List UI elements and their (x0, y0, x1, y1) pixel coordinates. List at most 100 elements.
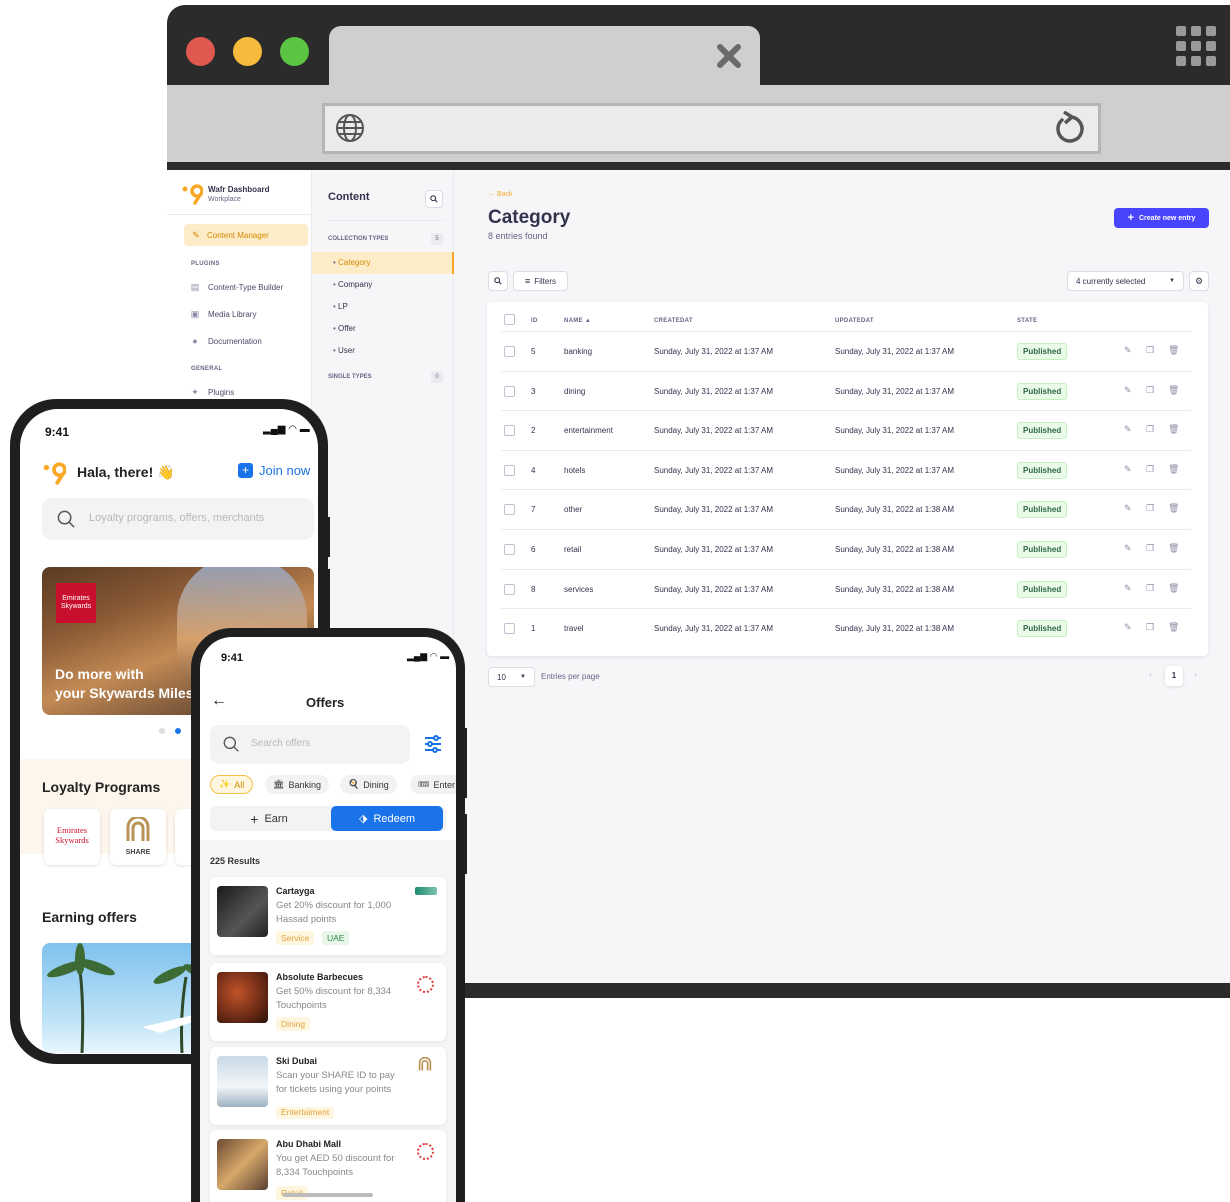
side-button (463, 728, 467, 798)
reload-icon[interactable] (1052, 111, 1088, 147)
redeem-label: Redeem (373, 812, 416, 825)
table-row[interactable]: 2 entertainment Sunday, July 31, 2022 at 1… (501, 410, 1191, 450)
chip-all[interactable]: ✨ All (210, 775, 254, 794)
subnav-item-category[interactable]: Category (333, 258, 370, 267)
address-bar[interactable] (322, 103, 1101, 154)
subnav-item-company[interactable]: Company (333, 280, 372, 289)
edit-icon[interactable]: ✎ (1124, 424, 1132, 435)
offer-card-abu-dhabi-mall[interactable]: Abu Dhabi Mall You get AED 50 discount f… (210, 1130, 446, 1202)
row-checkbox[interactable] (504, 464, 515, 476)
row-checkbox[interactable] (504, 425, 515, 437)
close-window-button[interactable] (186, 37, 215, 66)
duplicate-icon[interactable]: ❐ (1146, 424, 1154, 435)
edit-icon[interactable]: ✎ (1124, 385, 1132, 396)
carousel-dot[interactable] (159, 728, 165, 734)
page-1-button[interactable]: 1 (1165, 666, 1183, 686)
nav-plugins[interactable]: ✦ Plugins (190, 387, 234, 397)
row-checkbox[interactable] (504, 385, 515, 397)
table-row[interactable]: 5 banking Sunday, July 31, 2022 at 1:37 AM… (501, 331, 1191, 371)
column-header-createdat[interactable]: CREATEDAT (654, 318, 693, 324)
row-checkbox[interactable] (504, 346, 515, 357)
table-row[interactable]: 6 retail Sunday, July 31, 2022 at 1:37 AM S… (501, 529, 1191, 569)
duplicate-icon[interactable]: ❐ (1146, 622, 1154, 633)
edit-icon[interactable]: ✎ (1124, 583, 1132, 594)
back-link[interactable]: ← Back (488, 191, 513, 198)
nav-content-type-builder[interactable]: ▤ Content-Type Builder (190, 282, 283, 292)
column-header-updatedat[interactable]: UPDATEDAT (835, 318, 874, 324)
row-checkbox[interactable] (504, 623, 515, 635)
maximize-window-button[interactable] (280, 37, 309, 66)
row-checkbox[interactable] (504, 504, 515, 516)
close-tab-icon[interactable] (717, 44, 741, 68)
trash-icon[interactable]: 🗑 (1168, 424, 1179, 435)
trash-icon[interactable]: 🗑 (1168, 503, 1179, 514)
column-header-name-label: NAME (564, 318, 583, 324)
select-all-checkbox[interactable] (504, 314, 515, 325)
nav-media-library[interactable]: ▣ Media Library (190, 309, 257, 319)
column-header-state[interactable]: STATE (1017, 318, 1037, 324)
duplicate-icon[interactable]: ❐ (1146, 583, 1154, 594)
page-size-select[interactable]: 10 ▼ (488, 667, 535, 687)
join-now-link[interactable]: + Join now (238, 463, 310, 478)
subnav-item-offer[interactable]: Offer (333, 324, 356, 333)
trash-icon[interactable]: 🗑 (1168, 543, 1179, 554)
settings-button[interactable]: ⚙ (1189, 271, 1209, 291)
table-row[interactable]: 1 travel Sunday, July 31, 2022 at 1:37 AM S… (501, 608, 1191, 648)
filters-button[interactable]: ≡ Filters (513, 271, 568, 291)
trash-icon[interactable]: 🗑 (1168, 583, 1179, 594)
trash-icon[interactable]: 🗑 (1168, 464, 1179, 475)
next-page-icon[interactable]: › (1194, 669, 1197, 679)
nav-content-manager[interactable]: ✎ Content Manager (184, 224, 308, 246)
duplicate-icon[interactable]: ❐ (1146, 543, 1154, 554)
minimize-window-button[interactable] (233, 37, 262, 66)
chip-banking[interactable]: 🏛 Banking (265, 775, 329, 794)
phone-offers-screen: 9:41 ▂▄▆ ◠ ▬ ← Offers Search offers ✨ All… (200, 637, 456, 1202)
cell-updatedat: Sunday, July 31, 2022 at 1:38 AM (835, 545, 955, 554)
edit-icon[interactable]: ✎ (1124, 622, 1132, 633)
back-arrow-icon[interactable]: ← (211, 692, 227, 710)
duplicate-icon[interactable]: ❐ (1146, 345, 1154, 356)
table-row[interactable]: 3 dining Sunday, July 31, 2022 at 1:37 AM S… (501, 370, 1191, 411)
edit-icon[interactable]: ✎ (1124, 345, 1132, 356)
trash-icon[interactable]: 🗑 (1168, 385, 1179, 396)
loyalty-search-input[interactable]: Loyalty programs, offers, merchants (42, 498, 314, 540)
offers-search-input[interactable]: Search offers (210, 725, 410, 764)
offer-card-cartayga[interactable]: Cartayga Get 20% discount for 1,000 Hass… (210, 877, 446, 955)
nav-documentation[interactable]: ● Documentation (190, 336, 262, 346)
column-header-id[interactable]: ID (531, 318, 538, 324)
table-row[interactable]: 4 hotels Sunday, July 31, 2022 at 1:37 AM S… (501, 449, 1191, 490)
earn-tab[interactable]: + Earn (210, 806, 328, 831)
columns-select[interactable]: 4 currently selected ▼ (1067, 271, 1184, 291)
edit-icon[interactable]: ✎ (1124, 503, 1132, 514)
subnav-item-lp[interactable]: LP (333, 302, 348, 311)
redeem-tab[interactable]: ⬗ Redeem (331, 806, 443, 831)
row-checkbox[interactable] (504, 583, 515, 595)
loyalty-card-emirates[interactable]: Emirates Skywards (44, 809, 100, 865)
table-row[interactable]: 8 services Sunday, July 31, 2022 at 1:37 A… (501, 568, 1191, 609)
trash-icon[interactable]: 🗑 (1168, 345, 1179, 356)
trash-icon[interactable]: 🗑 (1168, 622, 1179, 633)
filter-sliders-icon[interactable] (423, 734, 443, 754)
duplicate-icon[interactable]: ❐ (1146, 385, 1154, 396)
subnav-search-button[interactable] (425, 190, 443, 208)
chip-entertainment[interactable]: 🎟 Enter (410, 775, 456, 794)
offer-card-absolute-barbecues[interactable]: Absolute Barbecues Get 50% discount for … (210, 963, 446, 1041)
row-checkbox[interactable] (504, 544, 515, 555)
duplicate-icon[interactable]: ❐ (1146, 464, 1154, 475)
duplicate-icon[interactable]: ❐ (1146, 503, 1154, 514)
column-header-name[interactable]: NAME ▲ (564, 318, 591, 324)
table-search-button[interactable] (488, 271, 508, 291)
subnav-item-user[interactable]: User (333, 346, 355, 355)
cell-id: 8 (531, 584, 536, 594)
carousel-dot-active[interactable] (175, 728, 181, 734)
offer-card-ski-dubai[interactable]: Ski Dubai Scan your SHARE ID to pay for … (210, 1047, 446, 1125)
table-row[interactable]: 7 other Sunday, July 31, 2022 at 1:37 AM Su… (501, 489, 1191, 529)
entries-per-page-label: Entries per page (541, 672, 600, 681)
prev-page-icon[interactable]: ‹ (1149, 669, 1152, 679)
apps-grid-icon[interactable] (1176, 26, 1216, 66)
edit-icon[interactable]: ✎ (1124, 543, 1132, 554)
edit-icon[interactable]: ✎ (1124, 464, 1132, 475)
loyalty-card-share[interactable]: SHARE (110, 809, 166, 865)
chip-dining[interactable]: 🍳 Dining (340, 775, 397, 794)
create-entry-button[interactable]: + Create new entry (1114, 208, 1209, 228)
